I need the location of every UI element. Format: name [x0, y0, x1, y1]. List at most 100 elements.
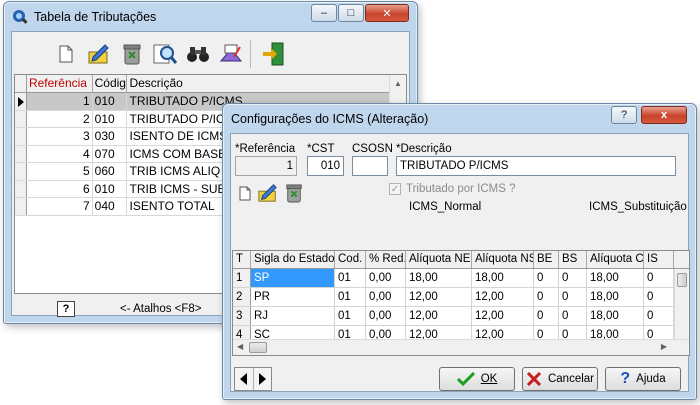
cell-cod[interactable]: 01 — [335, 269, 366, 287]
cell-aliquota-ns[interactable]: 18,00 — [472, 269, 534, 287]
row-indicator-header — [15, 75, 27, 92]
cell-codigo[interactable]: 010 — [93, 180, 128, 197]
cell-be[interactable]: 0 — [534, 269, 559, 287]
help-caption-button[interactable]: ? — [611, 106, 637, 124]
cell-aliquota-c[interactable]: 18,00 — [587, 307, 644, 325]
trash-icon[interactable] — [117, 40, 147, 68]
cell-codigo[interactable]: 010 — [92, 93, 128, 110]
cell-is[interactable]: 0 — [644, 269, 674, 287]
cell-referencia[interactable]: 7 — [27, 198, 93, 215]
report-icon[interactable] — [216, 40, 246, 68]
cell-aliquota-ne[interactable]: 12,00 — [406, 288, 472, 306]
row-indicator — [15, 198, 27, 215]
cell-aliquota-ne[interactable]: 12,00 — [406, 307, 472, 325]
cell-referencia[interactable]: 1 — [26, 93, 93, 110]
delete-row-icon[interactable] — [285, 183, 303, 206]
minimize-button[interactable]: – — [311, 4, 337, 22]
cst-field[interactable]: 010 — [307, 156, 344, 176]
cell-sigla-estado[interactable]: RJ — [251, 307, 335, 325]
row-number: 1 — [233, 269, 251, 287]
edit-pencil-icon[interactable] — [84, 40, 114, 68]
header-codigo[interactable]: Código — [93, 75, 128, 92]
cell-codigo[interactable]: 030 — [93, 128, 128, 145]
binoculars-icon[interactable] — [183, 40, 213, 68]
table-row[interactable]: 3 RJ 01 0,00 12,00 12,00 0 0 18,00 0 — [233, 307, 689, 326]
cell-codigo[interactable]: 070 — [93, 145, 128, 162]
header-descricao[interactable]: Descrição — [127, 75, 406, 92]
cell-bs[interactable]: 0 — [559, 269, 587, 287]
cell-red[interactable]: 0,00 — [366, 307, 406, 325]
cell-bs[interactable]: 0 — [559, 307, 587, 325]
icms-horizontal-scrollbar[interactable]: ◀ ▶ — [233, 339, 689, 355]
icms-estados-grid[interactable]: T Sigla do Estado Cod. % Red. Alíquota N… — [232, 250, 690, 356]
cell-cod[interactable]: 01 — [335, 288, 366, 306]
cell-referencia[interactable]: 6 — [27, 180, 93, 197]
scroll-thumb[interactable] — [677, 273, 687, 287]
cell-aliquota-ne[interactable]: 18,00 — [406, 269, 472, 287]
icms-vertical-scrollbar[interactable] — [674, 269, 689, 339]
close-button[interactable]: ✕ — [365, 4, 409, 22]
cell-aliquota-c[interactable]: 18,00 — [587, 269, 644, 287]
header-is[interactable]: IS — [644, 251, 674, 268]
header-red[interactable]: % Red. — [366, 251, 406, 268]
dialog-close-button[interactable]: x — [641, 106, 687, 124]
cell-referencia[interactable]: 2 — [27, 110, 93, 127]
cell-aliquota-ns[interactable]: 12,00 — [472, 288, 534, 306]
previous-record-icon[interactable] — [235, 368, 253, 390]
header-cod[interactable]: Cod. — [335, 251, 366, 268]
shortcuts-label[interactable]: <- Atalhos <F8> — [120, 303, 202, 315]
tributado-checkbox[interactable]: ✓ — [389, 183, 401, 195]
cell-codigo[interactable]: 010 — [93, 110, 128, 127]
header-be[interactable]: BE — [534, 251, 559, 268]
grid-toolbar — [239, 183, 303, 206]
scroll-up-icon[interactable]: ▲ — [394, 79, 402, 88]
cell-referencia[interactable]: 5 — [27, 163, 93, 180]
cell-red[interactable]: 0,00 — [366, 288, 406, 306]
referencia-field[interactable]: 1 — [235, 156, 297, 176]
cell-sigla-estado[interactable]: PR — [251, 288, 335, 306]
header-aliquota-ne[interactable]: Alíquota NE — [406, 251, 472, 268]
cell-referencia[interactable]: 4 — [27, 145, 93, 162]
scroll-left-icon[interactable]: ◀ — [237, 342, 243, 351]
new-document-icon[interactable] — [51, 40, 81, 68]
grid-header: Referência Código Descrição — [15, 75, 406, 93]
icms-grid-header: T Sigla do Estado Cod. % Red. Alíquota N… — [233, 251, 689, 269]
cell-red[interactable]: 0,00 — [366, 269, 406, 287]
table-row[interactable]: 2 PR 01 0,00 12,00 12,00 0 0 18,00 0 — [233, 288, 689, 307]
edit-row-icon[interactable] — [257, 183, 279, 206]
cell-referencia[interactable]: 3 — [27, 128, 93, 145]
hscroll-thumb[interactable] — [249, 342, 267, 353]
csosn-field[interactable] — [352, 156, 388, 176]
search-preview-icon[interactable] — [150, 40, 180, 68]
next-record-icon[interactable] — [252, 368, 272, 390]
help-icon[interactable]: ? — [57, 301, 75, 317]
cell-aliquota-c[interactable]: 18,00 — [587, 288, 644, 306]
exit-door-icon[interactable] — [258, 40, 288, 68]
cell-be[interactable]: 0 — [534, 307, 559, 325]
cell-codigo[interactable]: 040 — [93, 198, 128, 215]
cell-cod[interactable]: 01 — [335, 307, 366, 325]
header-bs[interactable]: BS — [559, 251, 587, 268]
cell-sigla-estado[interactable]: SP — [251, 269, 335, 287]
descricao-field[interactable]: TRIBUTADO P/ICMS — [396, 156, 676, 176]
ok-button[interactable]: OK — [439, 367, 515, 391]
header-aliquota-ns[interactable]: Alíquota NS — [472, 251, 534, 268]
cell-be[interactable]: 0 — [534, 288, 559, 306]
header-t[interactable]: T — [233, 251, 251, 268]
new-row-icon[interactable] — [239, 186, 251, 204]
cell-is[interactable]: 0 — [644, 307, 674, 325]
cell-codigo[interactable]: 060 — [93, 163, 128, 180]
header-aliquota-c[interactable]: Alíquota C — [587, 251, 644, 268]
cancel-button[interactable]: Cancelar — [522, 367, 598, 391]
help-button[interactable]: ? Ajuda — [605, 367, 681, 391]
cell-aliquota-ns[interactable]: 12,00 — [472, 307, 534, 325]
scroll-right-icon[interactable]: ▶ — [661, 342, 667, 351]
header-sigla-estado[interactable]: Sigla do Estado — [251, 251, 335, 268]
cell-is[interactable]: 0 — [644, 288, 674, 306]
cell-bs[interactable]: 0 — [559, 288, 587, 306]
row-indicator — [15, 110, 27, 127]
tributado-checkbox-row[interactable]: ✓ Tributado por ICMS ? — [389, 183, 516, 195]
header-referencia[interactable]: Referência — [27, 75, 93, 92]
table-row[interactable]: 1 SP 01 0,00 18,00 18,00 0 0 18,00 0 — [233, 269, 689, 288]
maximize-button[interactable]: □ — [338, 4, 364, 22]
